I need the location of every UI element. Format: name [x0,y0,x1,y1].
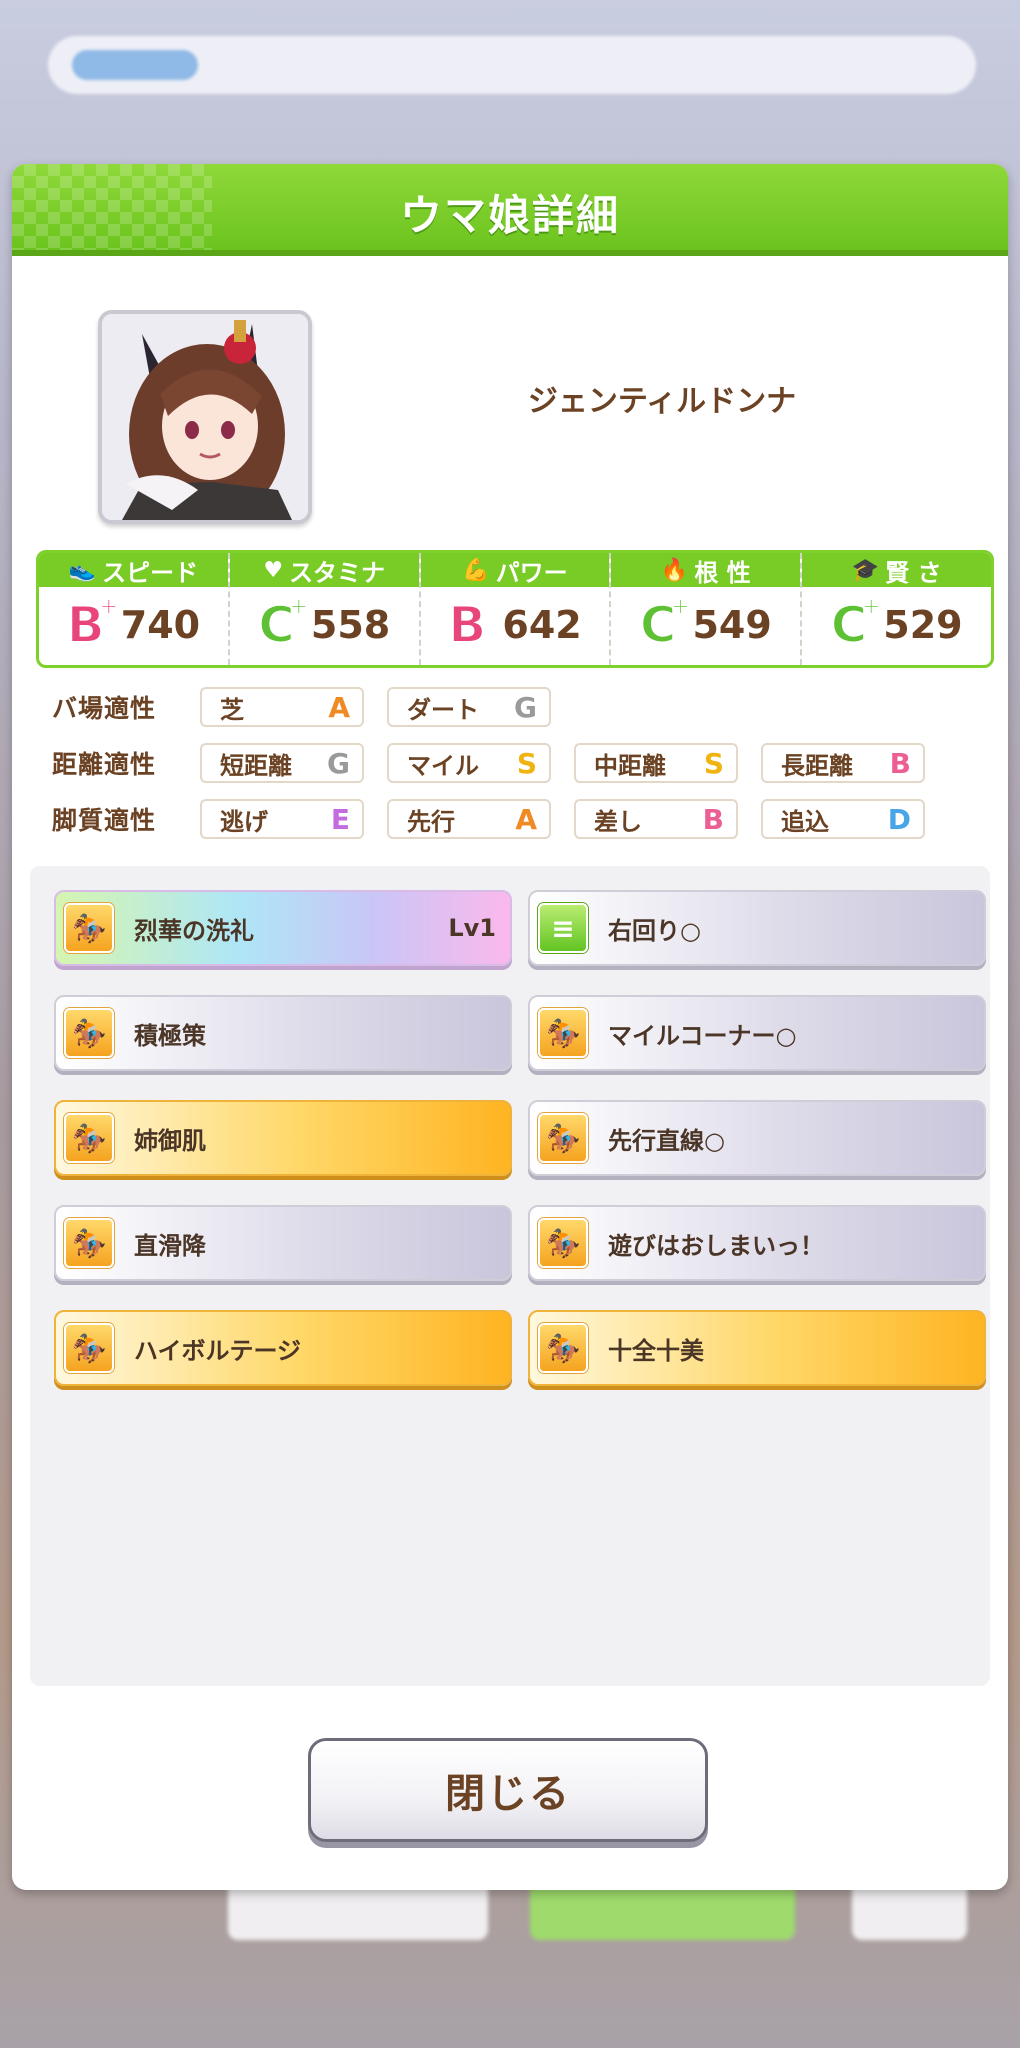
skill-name: 遊びはおしまいっ！ [608,1231,824,1260]
running-figure-icon: 🏇 [64,1323,114,1373]
stat-value: 549 [692,603,772,647]
stat-label: 賢 さ [885,558,942,587]
stat-stamina: ♥ スタミナ C +558 [229,553,421,665]
stat-label: パワー [495,558,568,587]
background-pill [72,50,198,80]
skill-level: Lv1 [448,914,496,942]
running-figure-icon: 🏇 [64,1113,114,1163]
aptitude-chaser: 追込 D [761,799,925,839]
skill-item[interactable]: 🏇 姉御肌 [54,1100,512,1176]
heart-icon: ♥ [263,557,284,583]
aptitude-sprint: 短距離 G [200,743,364,783]
running-figure-icon: 🏇 [538,1008,588,1058]
skill-item[interactable]: 🏇 積極策 [54,995,512,1071]
stat-grade: B + [66,592,120,654]
aptitude-mile: マイル S [387,743,551,783]
character-portrait-art [102,314,308,520]
stat-power: 💪 パワー B 642 [420,553,612,665]
running-figure-icon: 🏇 [64,903,114,953]
stat-value: 642 [502,603,582,647]
running-figure-icon: 🏇 [64,1218,114,1268]
aptitude-betweener: 差し B [574,799,738,839]
aptitude-long: 長距離 B [761,743,925,783]
skill-name: ハイボルテージ [134,1336,302,1365]
skill-name: 烈華の洗礼 [134,916,254,945]
stat-grade: C + [639,592,692,654]
stat-value: 558 [310,603,391,647]
stats-panel: 👟 スピード B +740 ♥ スタミナ C +558 💪 パワー B 642 🔥 根 性 C… [36,550,994,668]
stat-value: 740 [120,603,201,647]
dialog-title: ウマ娘詳細 [399,191,620,240]
umamusume-detail-dialog: ウマ娘詳細 ジェンティルドンナ 👟 スピード B +740 ♥ スタミナ C +5 [12,164,1008,1890]
track-direction-icon: ≡ [538,903,588,953]
aptitude-distance-row: 距離適性 短距離 G マイル S 中距離 S 長距離 B [52,740,948,786]
stat-grade: B [447,596,487,654]
skill-item[interactable]: 🏇 マイルコーナー○ [528,995,986,1071]
dialog-header: ウマ娘詳細 [12,164,1008,256]
running-figure-icon: 🏇 [538,1218,588,1268]
skill-name: 十全十美 [608,1336,704,1365]
aptitude-style-row: 脚質適性 逃げ E 先行 A 差し B 追込 D [52,796,948,842]
skill-name: 右回り○ [608,916,701,945]
skill-item[interactable]: ≡ 右回り○ [528,890,986,966]
graduation-cap-icon: 🎓 [851,557,880,583]
stat-label: スピード [102,558,199,587]
stat-wisdom: 🎓 賢 さ C +529 [802,553,991,665]
aptitude-track-row: バ場適性 芝A ダート G [52,684,574,730]
aptitude-label: 距離適性 [52,750,157,779]
skills-panel: 🏇 烈華の洗礼 Lv1 ≡ 右回り○ 🏇 積極策 🏇 マイルコーナー○ 🏇 姉御… [30,866,990,1686]
stat-label: スタミナ [289,558,386,587]
stat-value: 529 [883,603,963,647]
aptitude-label: バ場適性 [52,694,157,723]
skill-item[interactable]: 🏇 十全十美 [528,1310,986,1386]
shoe-icon: 👟 [68,557,97,583]
stat-guts: 🔥 根 性 C +549 [611,553,803,665]
character-portrait [98,310,312,524]
running-figure-icon: 🏇 [538,1323,588,1373]
aptitude-runner: 逃げ E [200,799,364,839]
running-figure-icon: 🏇 [538,1113,588,1163]
muscle-icon: 💪 [462,557,490,583]
aptitude-label: 脚質適性 [52,806,157,835]
skill-item[interactable]: 🏇 先行直線○ [528,1100,986,1176]
aptitude-dirt: ダート G [387,687,551,727]
stat-grade: C + [257,592,310,654]
skill-item[interactable]: 🏇 直滑降 [54,1205,512,1281]
skill-name: 直滑降 [134,1231,206,1260]
stat-speed: 👟 スピード B +740 [39,553,230,665]
aptitude-medium: 中距離 S [574,743,738,783]
stat-label: 根 性 [694,558,751,587]
flame-icon: 🔥 [660,557,689,583]
aptitude-turf: 芝A [200,687,364,727]
character-name: ジェンティルドンナ [527,384,797,419]
background-header [48,36,976,94]
skill-name: 先行直線○ [608,1126,725,1155]
stat-grade: C + [830,592,883,654]
close-button[interactable]: 閉じる [308,1738,708,1842]
skill-name: 姉御肌 [134,1126,206,1155]
aptitude-leader: 先行 A [387,799,551,839]
skill-name: マイルコーナー○ [608,1021,797,1050]
skill-item[interactable]: 🏇 烈華の洗礼 Lv1 [54,890,512,966]
skill-item[interactable]: 🏇 遊びはおしまいっ！ [528,1205,986,1281]
running-figure-icon: 🏇 [64,1008,114,1058]
skill-name: 積極策 [134,1021,206,1050]
skill-item[interactable]: 🏇 ハイボルテージ [54,1310,512,1386]
